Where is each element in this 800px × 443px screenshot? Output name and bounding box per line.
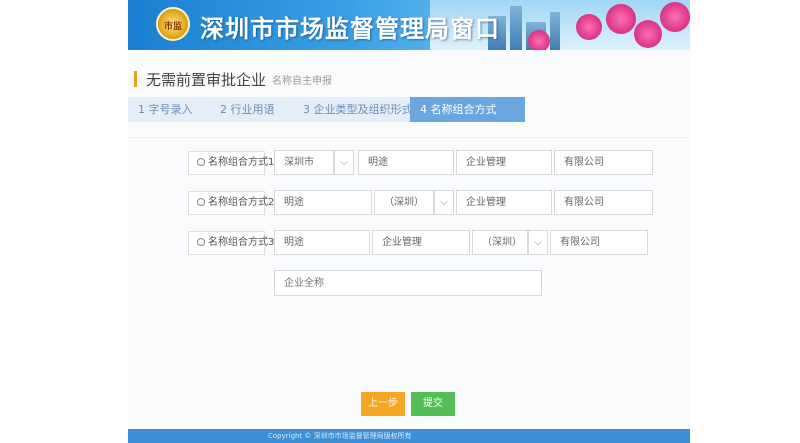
- option-label: 名称组合方式2: [208, 197, 275, 208]
- heading-accent-bar: [134, 71, 137, 87]
- emblem-text: 市监: [163, 22, 182, 32]
- prev-step-button[interactable]: 上一步: [361, 392, 405, 416]
- page-title: 无需前置审批企业: [146, 70, 267, 89]
- combination-option-1[interactable]: 名称组合方式1: [188, 151, 274, 175]
- brand-name-field[interactable]: 明途: [274, 230, 370, 255]
- divider: [128, 137, 690, 138]
- banner-building: [550, 12, 560, 50]
- brand-name-field[interactable]: 明途: [358, 150, 454, 175]
- region-select[interactable]: 深圳市: [274, 150, 334, 175]
- header-banner: 市监 深圳市市场监督管理局窗口: [128, 0, 690, 50]
- radio-icon[interactable]: [197, 158, 205, 166]
- combination-option-2[interactable]: 名称组合方式2: [188, 191, 274, 215]
- industry-field[interactable]: 企业管理: [456, 150, 552, 175]
- footer: Copyright © 深圳市市场监督管理局版权所有: [128, 429, 690, 443]
- brand-name-field[interactable]: 明途: [274, 190, 372, 215]
- region-select[interactable]: （深圳）: [472, 230, 528, 255]
- radio-icon[interactable]: [197, 198, 205, 206]
- banner-flower: [634, 20, 662, 48]
- banner-flower: [660, 2, 690, 32]
- industry-field[interactable]: 企业管理: [456, 190, 552, 215]
- industry-field[interactable]: 企业管理: [372, 230, 470, 255]
- page-subtitle: 名称自主申报: [272, 75, 333, 87]
- chevron-down-icon[interactable]: ⌵: [334, 150, 354, 175]
- chevron-down-icon[interactable]: ⌵: [528, 230, 548, 255]
- step-1: 1 字号录入: [128, 97, 210, 122]
- step-3: 3 企业类型及组织形式: [293, 97, 413, 122]
- banner-flower: [528, 30, 550, 50]
- step-2: 2 行业用语: [210, 97, 293, 122]
- site-title: 深圳市市场监督管理局窗口: [200, 15, 500, 43]
- step-4-active: 4 名称组合方式: [410, 97, 525, 122]
- org-form-field[interactable]: 有限公司: [550, 230, 648, 255]
- chevron-down-icon[interactable]: ⌵: [434, 190, 454, 215]
- banner-building: [510, 6, 522, 50]
- full-name-input[interactable]: [274, 270, 542, 296]
- option-label: 名称组合方式1: [208, 157, 275, 168]
- org-form-field[interactable]: 有限公司: [554, 190, 653, 215]
- submit-button[interactable]: 提交: [411, 392, 455, 416]
- emblem-icon: 市监: [156, 7, 190, 41]
- option-label: 名称组合方式3: [208, 237, 275, 248]
- step-indicator: 1 字号录入 2 行业用语 3 企业类型及组织形式 4 名称组合方式: [128, 97, 525, 122]
- page-heading: 无需前置审批企业 名称自主申报: [134, 70, 333, 89]
- region-select[interactable]: （深圳）: [374, 190, 434, 215]
- org-form-field[interactable]: 有限公司: [554, 150, 653, 175]
- banner-flower: [576, 14, 602, 40]
- radio-icon[interactable]: [197, 238, 205, 246]
- page-stage: 市监 深圳市市场监督管理局窗口 无需前置审批企业 名称自主申报 1 字号录入 2…: [128, 0, 690, 443]
- banner-flower: [606, 4, 636, 34]
- combination-option-3[interactable]: 名称组合方式3: [188, 231, 274, 255]
